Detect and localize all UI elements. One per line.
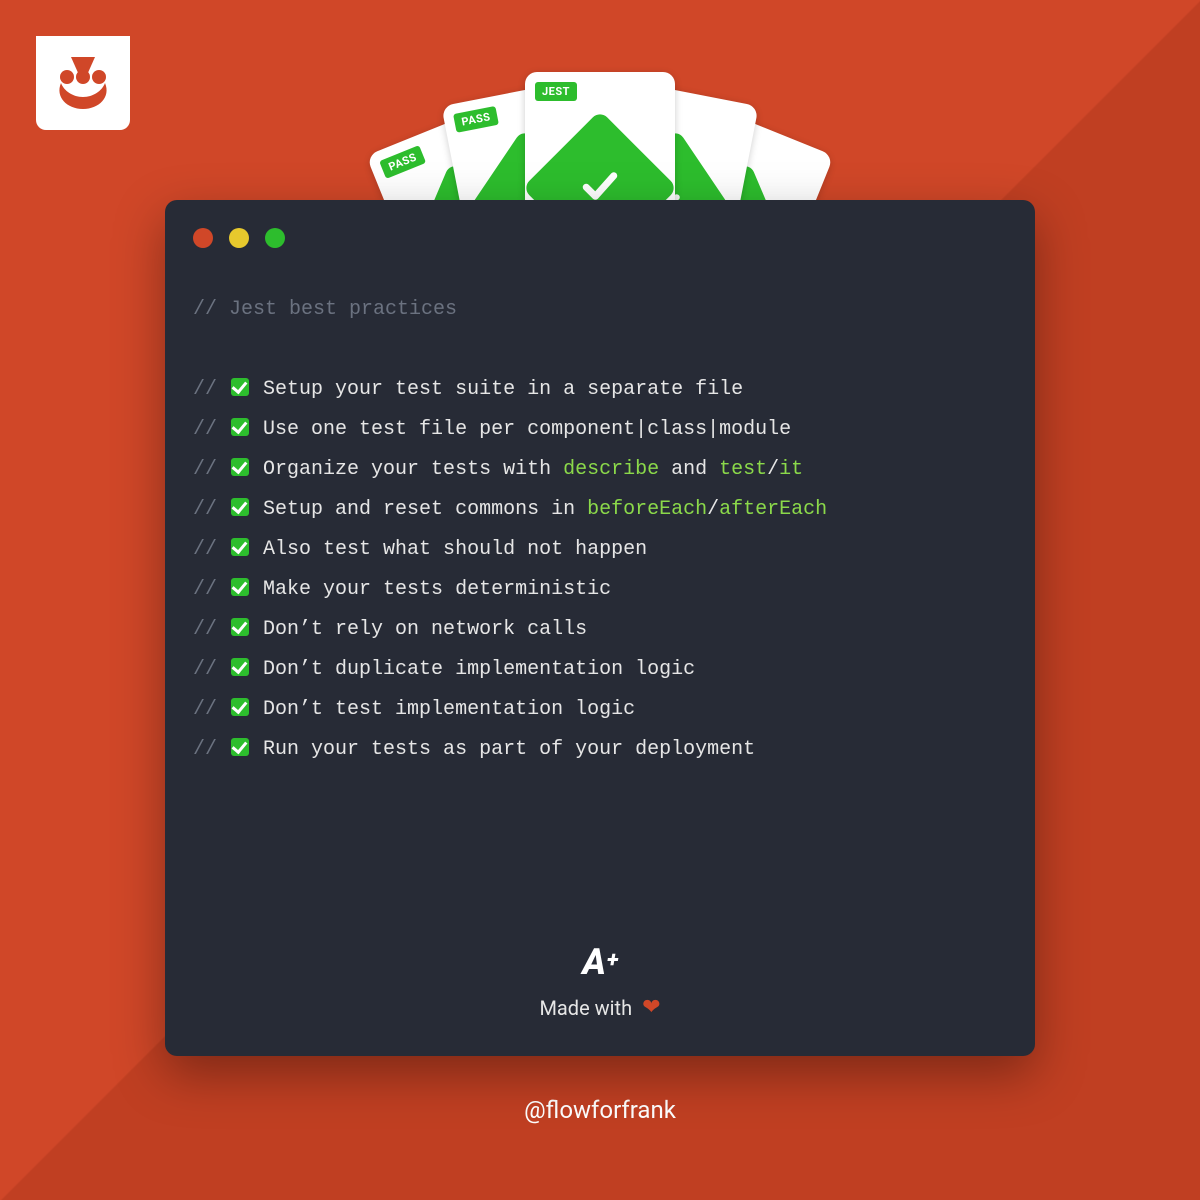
code-tip-row: // Don’t rely on network calls [193, 610, 1007, 650]
card-badge: PASS [453, 106, 499, 133]
code-tip-row: // Use one test file per component|class… [193, 410, 1007, 450]
check-icon [231, 378, 249, 396]
card-badge: JEST [535, 82, 577, 101]
zoom-icon[interactable] [265, 228, 285, 248]
jest-logo-icon [53, 53, 113, 113]
check-icon [231, 738, 249, 756]
aplus-letter: A [582, 941, 605, 983]
code-tip-row: // Run your tests as part of your deploy… [193, 730, 1007, 770]
check-icon [231, 618, 249, 636]
check-icon [231, 698, 249, 716]
code-title-comment: // Jest best practices [193, 290, 1007, 330]
code-tip-row: // Organize your tests with describe and… [193, 450, 1007, 490]
code-tip-row: // Also test what should not happen [193, 530, 1007, 570]
check-icon [231, 458, 249, 476]
window-traffic-lights [193, 228, 285, 248]
code-tip-row: // Make your tests deterministic [193, 570, 1007, 610]
aplus-plus: + [607, 948, 618, 973]
heart-icon: ❤ [642, 995, 660, 1020]
code-tip-row: // Setup and reset commons in beforeEach… [193, 490, 1007, 530]
check-icon [231, 538, 249, 556]
made-with-line: Made with ❤ [539, 995, 660, 1020]
card-badge: PASS [379, 145, 426, 179]
close-icon[interactable] [193, 228, 213, 248]
minimize-icon[interactable] [229, 228, 249, 248]
window-footer: A+ Made with ❤ [165, 941, 1035, 1020]
made-with-text: Made with [539, 996, 632, 1020]
check-icon [231, 578, 249, 596]
code-window: // Jest best practices // Setup your tes… [165, 200, 1035, 1056]
check-icon [231, 418, 249, 436]
code-tip-row: // Setup your test suite in a separate f… [193, 370, 1007, 410]
code-tip-row: // Don’t duplicate implementation logic [193, 650, 1007, 690]
check-icon [231, 498, 249, 516]
check-icon [231, 658, 249, 676]
stage: PASS PASS JEST [0, 0, 1200, 1200]
code-tip-row: // Don’t test implementation logic [193, 690, 1007, 730]
code-block: // Jest best practices // Setup your tes… [193, 290, 1007, 770]
aplus-logo: A+ [582, 941, 617, 983]
jest-logo-tile [36, 36, 130, 130]
author-handle: @flowforfrank [524, 1096, 676, 1124]
